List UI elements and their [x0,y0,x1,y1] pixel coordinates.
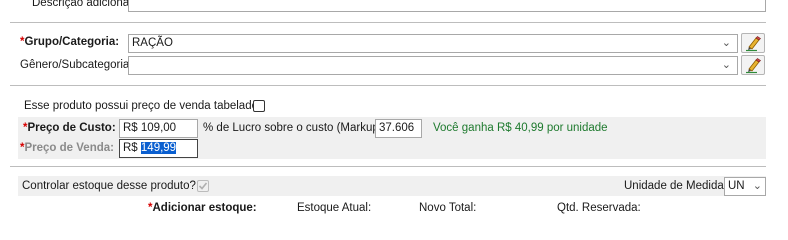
grupo-select-value: RAÇÃO [132,37,173,49]
check-icon [198,182,208,190]
estoque-label: Controlar estoque desse produto? [22,180,196,192]
adicionar-estoque-label-text: Adicionar estoque: [152,202,257,214]
ganho-text: Você ganha R$ 40,99 por unidade [433,122,608,134]
venda-input[interactable]: R$ 149,99 [119,139,198,158]
unidade-label: Unidade de Medida: [624,180,727,192]
pencil-edit-icon [746,58,761,74]
custo-label-text: Preço de Custo: [27,122,116,134]
custo-input[interactable]: R$ 109,00 [119,119,198,138]
pencil-edit-icon [746,36,761,52]
chevron-down-icon: ⌄ [721,59,731,71]
custo-label: *Preço de Custo: [23,122,116,134]
venda-prefix: R$ [123,142,141,154]
divider-3 [10,166,766,167]
chevron-down-icon: ⌄ [752,180,762,192]
grupo-select[interactable]: RAÇÃO ⌄ [128,34,738,53]
genero-select[interactable]: ⌄ [128,56,738,75]
divider-2 [10,85,766,86]
venda-label: *Preço de Venda: [20,142,114,154]
adicionar-estoque-label: *Adicionar estoque: [148,202,257,214]
grupo-label: *Grupo/Categoria: [20,36,119,48]
unidade-select-value: UN [728,180,745,192]
chevron-down-icon: ⌄ [721,37,731,49]
markup-label: % de Lucro sobre o custo (Markup): [203,122,386,134]
estoque-checkbox[interactable] [197,180,209,192]
qtd-reservada-label: Qtd. Reservada: [557,202,641,214]
preco-tabelado-checkbox[interactable] [253,100,265,112]
grupo-edit-button[interactable] [741,33,765,53]
genero-label: Gênero/Subcategoria: [20,59,133,71]
novo-total-label: Novo Total: [419,202,477,214]
grupo-label-text: Grupo/Categoria: [24,36,120,48]
estoque-atual-label: Estoque Atual: [297,202,372,214]
preco-tabelado-label: Esse produto possui preço de venda tabel… [24,100,265,112]
descricao-input[interactable] [128,0,766,12]
descricao-label: Descrição adicional: [32,0,135,9]
divider-1 [10,22,766,23]
markup-input[interactable]: 37.606 [375,119,422,138]
venda-selected-value: 149,99 [140,142,177,154]
unidade-select[interactable]: UN ⌄ [724,177,766,196]
genero-edit-button[interactable] [741,55,765,75]
venda-label-text: Preço de Venda: [24,142,114,154]
